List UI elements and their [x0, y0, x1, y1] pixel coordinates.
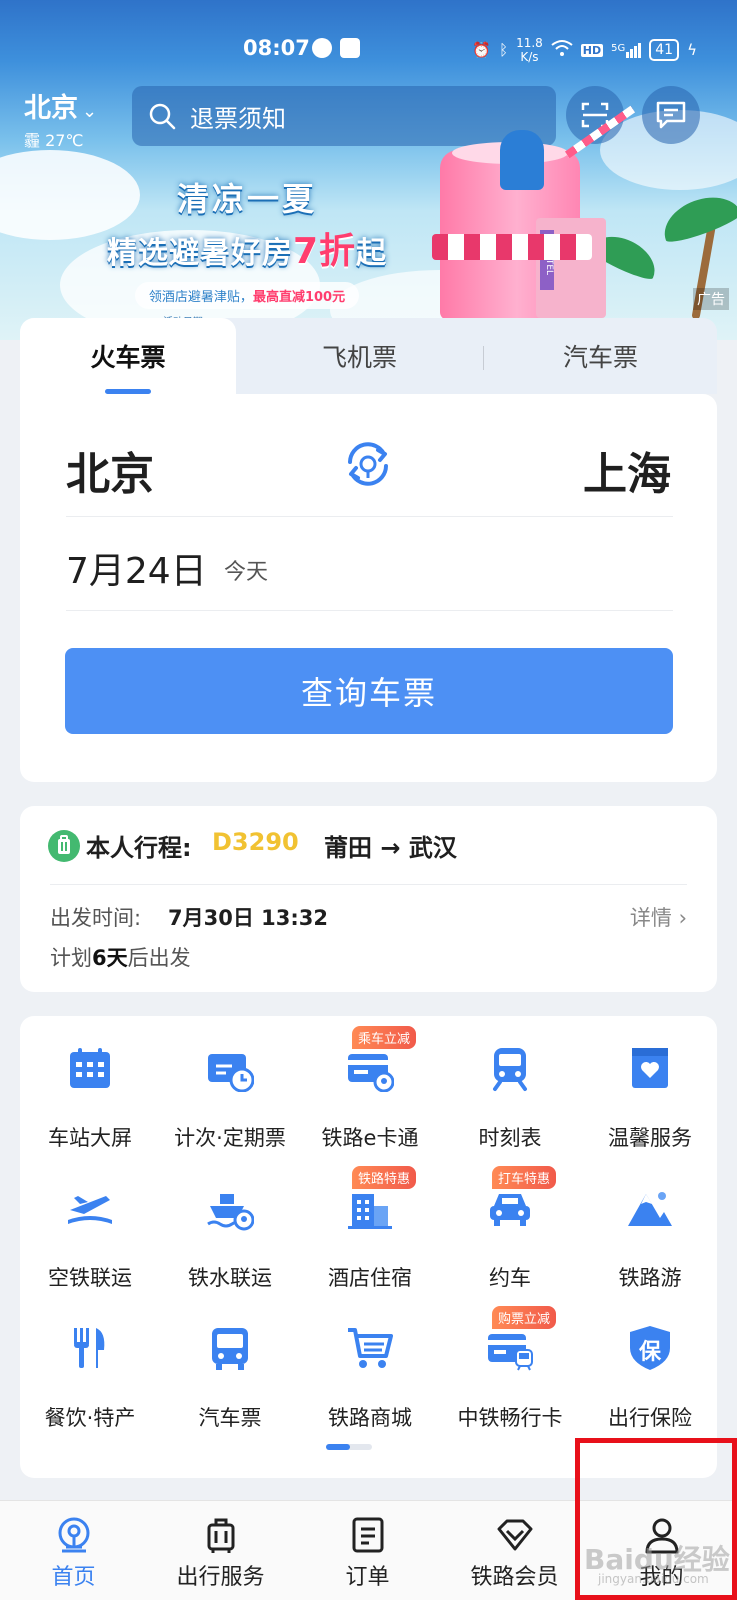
insurance-shield-char: 保: [638, 1340, 661, 1365]
e-card-icon: [348, 1054, 394, 1092]
service-care[interactable]: 温馨服务: [580, 1024, 720, 1154]
cart-icon: [348, 1328, 393, 1368]
travel-date-hint: 今天: [224, 560, 269, 585]
city-name: 北京: [24, 93, 78, 124]
page-indicator: [326, 1444, 372, 1450]
tab-flight-ticket[interactable]: 飞机票: [236, 318, 483, 394]
alarm-icon: ⏰: [472, 41, 492, 59]
palm-leaf-decoration: [656, 187, 737, 247]
nav-orders[interactable]: 订单: [294, 1501, 441, 1600]
swap-icon: [348, 442, 388, 486]
service-timetable[interactable]: 时刻表: [440, 1024, 580, 1154]
luggage-badge-icon: [48, 830, 80, 862]
signal-icon: 5G: [611, 42, 642, 58]
trip-train-number: D3290: [212, 828, 299, 856]
network-type: HD: [580, 43, 604, 57]
service-periodic-ticket[interactable]: 计次·定期票: [160, 1024, 300, 1154]
ticket-clock-icon: [208, 1054, 254, 1092]
search-tickets-button[interactable]: 查询车票: [65, 648, 673, 734]
nav-home[interactable]: 首页: [0, 1501, 147, 1600]
service-dining[interactable]: 餐饮·特产: [20, 1304, 160, 1434]
banner-offer-pill: 领酒店避暑津贴，最高直减100元: [134, 282, 360, 309]
wifi-icon: [551, 39, 573, 61]
page-indicator-active: [326, 1444, 350, 1450]
person-illustration: [500, 130, 544, 190]
service-bus-ticket[interactable]: 汽车票: [160, 1304, 300, 1434]
service-ride-hailing[interactable]: 打车特惠 约车: [440, 1164, 580, 1294]
search-input[interactable]: 退票须知: [132, 86, 556, 146]
service-air-rail[interactable]: 空铁联运: [20, 1164, 160, 1294]
trip-label: 本人行程:: [86, 834, 192, 862]
tab-train-ticket[interactable]: 火车票: [20, 318, 236, 394]
my-trip-card[interactable]: 本人行程: D3290 莆田 → 武汉 出发时间: 7月30日 13:32 详情…: [20, 806, 717, 992]
heart-box-icon: [632, 1048, 668, 1088]
plan-text: 计划6天后出发: [50, 946, 191, 970]
dining-icon: [74, 1328, 105, 1368]
rail-card-icon: [488, 1334, 533, 1371]
bus-icon: [212, 1328, 248, 1370]
departure-city[interactable]: 北京: [66, 438, 154, 502]
service-travel-insurance[interactable]: 保 出行保险: [580, 1304, 720, 1434]
car-icon: [490, 1194, 530, 1226]
form-divider: [66, 610, 673, 611]
message-button[interactable]: [642, 86, 700, 144]
service-rail-travel[interactable]: 铁路游: [580, 1164, 720, 1294]
arrival-city[interactable]: 上海: [583, 438, 671, 502]
trip-details-link[interactable]: 详情 ›: [630, 902, 687, 932]
service-china-rail-card[interactable]: 购票立减 中铁畅行卡: [440, 1304, 580, 1434]
service-rail-water[interactable]: 铁水联运: [160, 1164, 300, 1294]
bluetooth-icon: ᛒ: [499, 41, 509, 59]
travel-date[interactable]: 7月24日: [66, 542, 207, 594]
status-indicators: ⏰ ᛒ 11.8 K/s HD 5G 41 ϟ: [472, 36, 697, 64]
banner-subtitle: 精选避暑好房7折起: [106, 231, 388, 272]
ticket-tabs: 火车票 飞机票 汽车票: [20, 318, 717, 394]
ad-tag: 广告: [693, 288, 729, 310]
ticket-search-card: 火车票 飞机票 汽车票 北京 上海 7月24日 今天 查询车票: [20, 318, 717, 782]
charging-icon: ϟ: [687, 41, 697, 59]
net-speed: 11.8 K/s: [516, 36, 543, 64]
hero-banner[interactable]: 08:07 ⏰ ᛒ 11.8 K/s HD 5G 41 ϟ 北京 ⌄ 霾 27℃…: [0, 0, 737, 340]
service-station-screen[interactable]: 车站大屏: [20, 1024, 160, 1154]
city-selector[interactable]: 北京 ⌄ 霾 27℃: [24, 86, 97, 151]
ship-train-icon: [207, 1194, 254, 1231]
wechat-icon: [312, 38, 332, 58]
search-placeholder: 退票须知: [190, 104, 286, 133]
tab-bus-ticket[interactable]: 汽车票: [484, 318, 717, 394]
depart-label: 出发时间:: [50, 906, 142, 930]
depart-time: 7月30日 13:32: [168, 906, 328, 930]
ticket-form: 北京 上海 7月24日 今天 查询车票: [20, 394, 717, 782]
form-divider: [66, 516, 673, 517]
info-icon: [340, 38, 360, 58]
weather-text: 霾 27℃: [24, 131, 84, 150]
service-rail-e-card[interactable]: 乘车立减 铁路e卡通: [300, 1024, 440, 1154]
nav-travel-services[interactable]: 出行服务: [147, 1501, 294, 1600]
hotel-icon: [348, 1194, 392, 1229]
message-icon: [656, 101, 686, 129]
swap-cities-button[interactable]: [340, 436, 396, 492]
watermark-subtext: jingyan.baidu.com: [598, 1572, 709, 1586]
diamond-icon: [497, 1519, 533, 1551]
service-rail-mall[interactable]: 铁路商城: [300, 1304, 440, 1434]
station-screen-icon: [70, 1048, 110, 1088]
banner-title: 清凉一夏: [176, 180, 317, 218]
mountain-icon: [628, 1192, 672, 1226]
chevron-down-icon: ⌄: [82, 101, 98, 122]
battery-indicator: 41: [649, 39, 680, 61]
status-bar: 08:07 ⏰ ᛒ 11.8 K/s HD 5G 41 ϟ: [0, 30, 737, 70]
plane-train-icon: [68, 1196, 112, 1224]
status-time: 08:07: [243, 36, 310, 60]
service-hotel[interactable]: 铁路特惠 酒店住宿: [300, 1164, 440, 1294]
trip-divider: [50, 884, 687, 885]
trip-route: 莆田 → 武汉: [324, 834, 457, 862]
nav-rail-membership[interactable]: 铁路会员: [441, 1501, 588, 1600]
luggage-icon: [207, 1518, 235, 1553]
banner-text: 清凉一夏 精选避暑好房7折起 领酒店避暑津贴，最高直减100元 活动日期：202…: [92, 174, 402, 328]
home-rail-icon: [58, 1517, 90, 1553]
awning-illustration: [432, 234, 592, 260]
train-icon: [493, 1048, 527, 1091]
order-icon: [352, 1517, 384, 1553]
search-icon: [149, 103, 176, 130]
services-grid: 车站大屏 计次·定期票 乘车立减 铁路e卡通 时刻表 温馨服务 空铁联运 铁水联…: [20, 1016, 717, 1478]
